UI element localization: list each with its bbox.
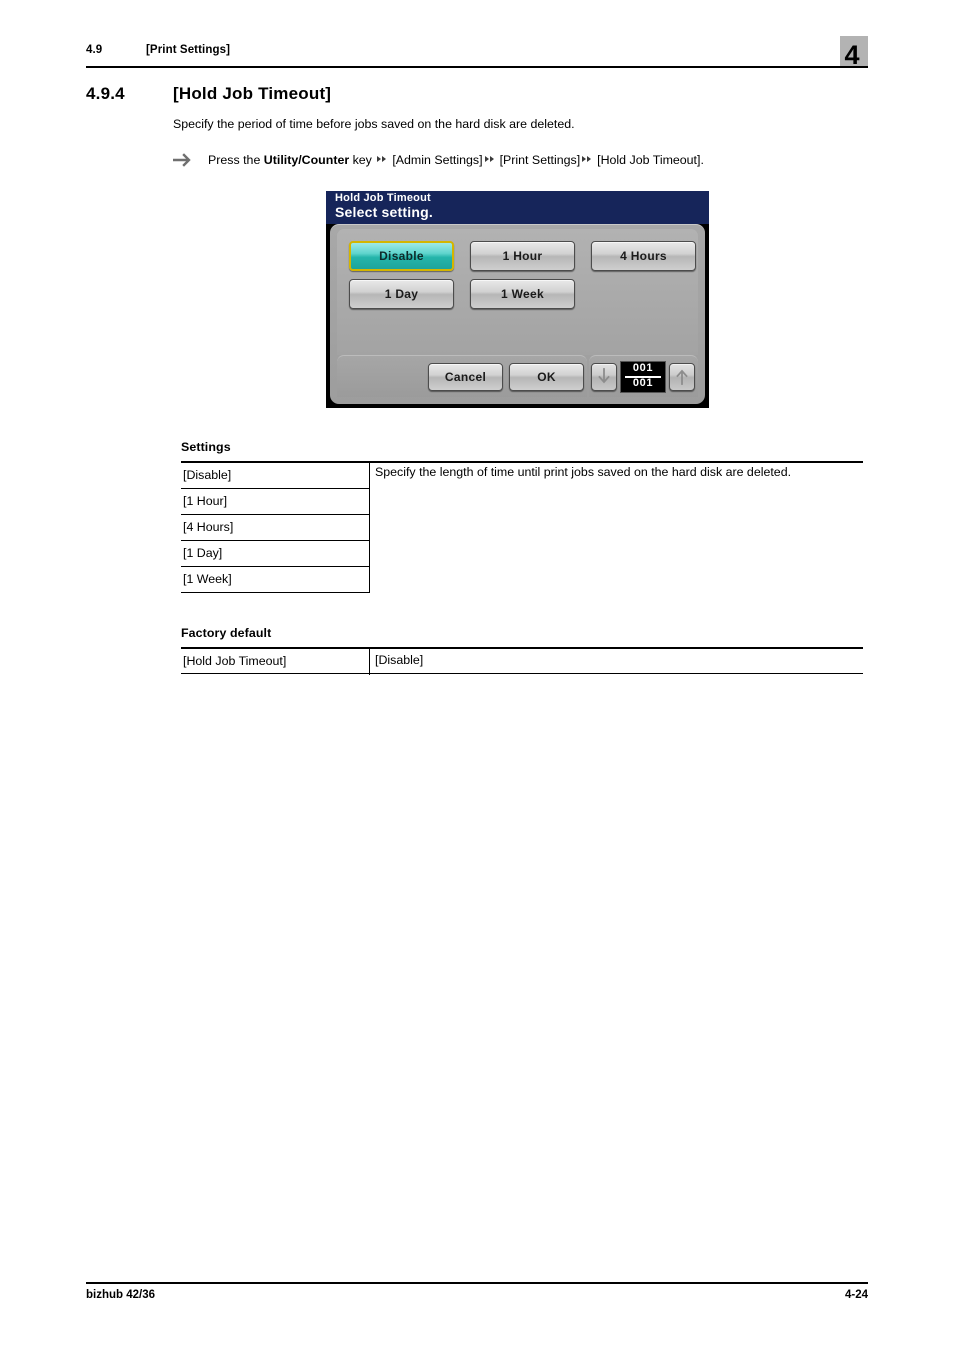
panel-body: Disable 1 Hour 4 Hours 1 Day 1 Week Canc… <box>330 224 705 404</box>
page-footer: bizhub 42/36 4-24 <box>86 1282 868 1312</box>
factory-default-caption: Factory default <box>181 626 272 640</box>
settings-row-label: [1 Week] <box>183 572 232 586</box>
instruction-text: Press the Utility/Counter key [Admin Set… <box>208 152 704 168</box>
settings-table: [Disable] [1 Hour] [4 Hours] [1 Day] [1 … <box>181 461 863 593</box>
settings-row-label: [1 Day] <box>183 546 223 560</box>
panel-footer-bar: Cancel OK 001 001 <box>337 355 698 401</box>
table-row: [1 Week] <box>181 567 863 593</box>
panel-footer-left: Cancel OK <box>337 355 587 397</box>
header-divider <box>86 66 868 68</box>
option-button-4-hours[interactable]: 4 Hours <box>591 241 696 271</box>
settings-table-caption: Settings <box>181 440 231 454</box>
factory-table-bottom-rule <box>181 673 863 674</box>
page-down-button[interactable] <box>591 363 617 391</box>
instruction-prefix: Press the <box>208 153 264 167</box>
settings-row-label: [Disable] <box>183 468 232 482</box>
option-button-1-hour[interactable]: 1 Hour <box>470 241 575 271</box>
panel-options-area: Disable 1 Hour 4 Hours 1 Day 1 Week <box>337 229 698 355</box>
settings-row-label: [4 Hours] <box>183 520 234 534</box>
header-section-number: 4.9 <box>86 44 103 56</box>
row-divider <box>181 592 369 593</box>
option-button-1-week[interactable]: 1 Week <box>470 279 575 309</box>
double-arrow-icon <box>484 155 498 164</box>
footer-page-number: 4-24 <box>844 1289 868 1301</box>
panel-title-large: Select setting. <box>335 204 433 220</box>
instruction-step3: [Hold Job Timeout]. <box>597 153 704 167</box>
table-row: [1 Hour] <box>181 489 863 515</box>
instruction-step1: [Admin Settings] <box>392 153 483 167</box>
intro-paragraph: Specify the period of time before jobs s… <box>173 117 575 131</box>
instruction-after-key: key <box>349 153 376 167</box>
panel-title-small: Hold Job Timeout <box>335 192 431 204</box>
page-title: [Hold Job Timeout] <box>173 84 332 103</box>
page-counter: 001 001 <box>620 361 666 393</box>
table-row: [1 Day] <box>181 541 863 567</box>
panel-footer-right: 001 001 <box>589 355 698 397</box>
double-arrow-icon <box>377 155 390 164</box>
factory-setting-name: [Hold Job Timeout] <box>183 654 287 668</box>
option-button-1-day[interactable]: 1 Day <box>349 279 454 309</box>
footer-product-name: bizhub 42/36 <box>86 1289 156 1301</box>
instruction-row: Press the Utility/Counter key [Admin Set… <box>173 150 863 172</box>
settings-row-label: [1 Hour] <box>183 494 228 508</box>
page-counter-current: 001 <box>632 362 654 374</box>
option-button-disable[interactable]: Disable <box>349 241 454 271</box>
double-arrow-icon <box>582 155 595 164</box>
arrow-up-icon <box>676 369 688 385</box>
arrow-right-icon <box>173 151 195 169</box>
page-counter-total: 001 <box>632 377 654 389</box>
ok-button[interactable]: OK <box>509 363 584 391</box>
arrow-down-icon <box>598 368 610 384</box>
settings-description: Specify the length of time until print j… <box>375 465 792 479</box>
table-row: [4 Hours] <box>181 515 863 541</box>
factory-setting-value: [Disable] <box>375 653 424 667</box>
page-header: 4.9 [Print Settings] 4 <box>86 36 868 78</box>
footer-divider <box>86 1282 868 1284</box>
cancel-button[interactable]: Cancel <box>428 363 503 391</box>
page-up-button[interactable] <box>669 363 695 391</box>
header-section-title: [Print Settings] <box>146 44 231 56</box>
panel-title-bar: Hold Job Timeout Select setting. <box>326 191 709 224</box>
instruction-step2: [Print Settings] <box>499 153 581 167</box>
device-screenshot-panel: Hold Job Timeout Select setting. Disable… <box>326 191 709 408</box>
instruction-key: Utility/Counter <box>263 153 350 167</box>
factory-default-table: [Hold Job Timeout] [Disable] <box>181 647 863 675</box>
section-number: 4.9.4 <box>86 84 125 103</box>
